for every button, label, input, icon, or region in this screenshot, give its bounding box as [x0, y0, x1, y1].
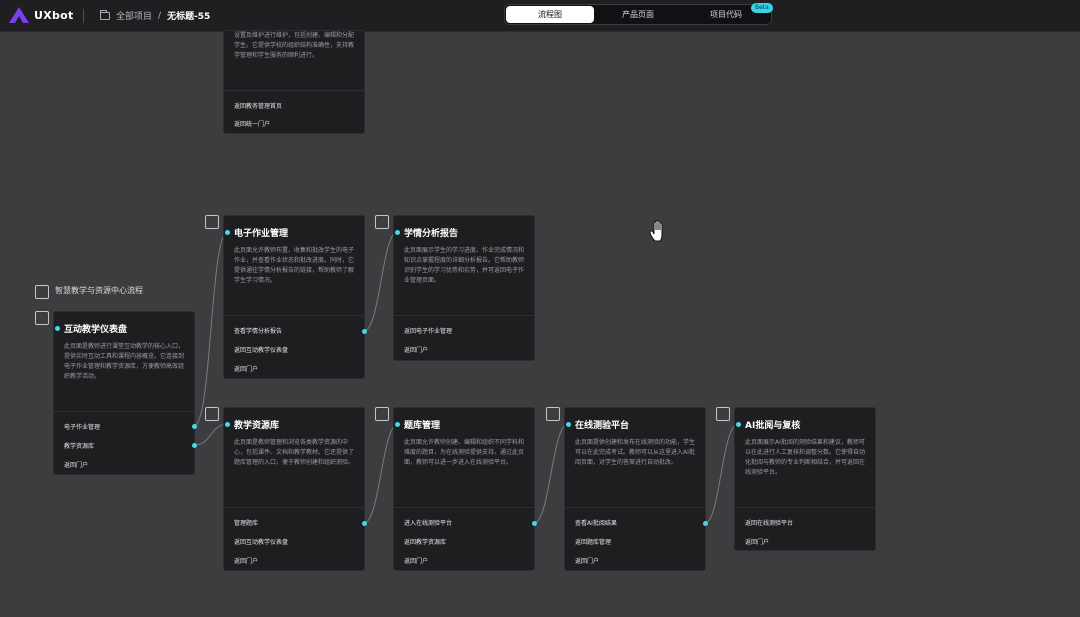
node-port[interactable]	[362, 521, 367, 526]
node-port[interactable]	[55, 326, 60, 331]
node-checkbox[interactable]	[35, 311, 49, 325]
node-port[interactable]	[225, 422, 230, 427]
flow-label: 智慧教学与资源中心流程	[55, 286, 143, 295]
node-link[interactable]: 返回教务管理首页	[234, 101, 282, 110]
node-link[interactable]: 进入在线测验平台	[404, 518, 452, 527]
node-divider	[565, 507, 705, 508]
node-description: 此页面允许教师布置、收集和批改学生的电子作业，并查看作业状态和批改进度。同时，它…	[234, 247, 355, 284]
node-checkbox[interactable]	[205, 407, 219, 421]
node-description: 此页面是教师进行课堂互动教学的核心入口，提供实时互动工具和课程内容概览。它连接到…	[64, 343, 185, 380]
node-link[interactable]: 返回门户	[745, 537, 769, 546]
node-port[interactable]	[362, 329, 367, 334]
node-link[interactable]: 返回门户	[404, 556, 428, 565]
node-port[interactable]	[395, 422, 400, 427]
node-dashboard[interactable]: 互动教学仪表盘 此页面是教师进行课堂互动教学的核心入口，提供实时互动工具和课程内…	[53, 311, 197, 475]
node-org-management[interactable]: 设置及维护进行维护，包括创建、编辑和分配学生。它提供学校的组织结构准确性，支持教…	[223, 30, 365, 134]
node-link[interactable]: 电子作业管理	[64, 422, 100, 431]
node-link[interactable]: 返回门户	[575, 556, 599, 565]
node-title: AI批阅与复核	[745, 421, 801, 431]
node-description: 此页面允许教师创建、编辑和组织不同学科和难度的题目，为在线测验提供支持。通过此页…	[404, 439, 525, 466]
node-description: 设置及维护进行维护，包括创建、编辑和分配学生。它提供学校的组织结构准确性，支持教…	[234, 32, 355, 59]
flow-edges	[193, 230, 739, 524]
node-link[interactable]: 返回电子作业管理	[404, 326, 452, 335]
node-description: 此页面展示学生的学习进度、作业完成情况和知识点掌握程度的详细分析报告。它帮助教师…	[404, 247, 525, 284]
node-checkbox[interactable]	[716, 407, 730, 421]
node-port[interactable]	[225, 230, 230, 235]
node-link[interactable]: 教学资源库	[64, 441, 94, 450]
node-link[interactable]: 返回门户	[404, 345, 428, 354]
node-link[interactable]: 返回题库管理	[575, 537, 611, 546]
node-port[interactable]	[566, 422, 571, 427]
node-divider	[394, 507, 534, 508]
node-link[interactable]: 返回门户	[234, 556, 258, 565]
node-divider	[394, 315, 534, 316]
node-port[interactable]	[395, 230, 400, 235]
node-title: 电子作业管理	[234, 229, 289, 239]
node-title: 学情分析报告	[404, 229, 459, 239]
node-divider	[54, 411, 194, 412]
node-port[interactable]	[192, 424, 197, 429]
node-link[interactable]: 返回互动教学仪表盘	[234, 537, 288, 546]
node-link[interactable]: 查看AI批阅结果	[575, 518, 617, 527]
flow-checkbox[interactable]	[35, 285, 49, 299]
node-port[interactable]	[703, 521, 708, 526]
node-title: 教学资源库	[234, 421, 280, 431]
node-link[interactable]: 返回互动教学仪表盘	[234, 345, 288, 354]
node-quiz[interactable]: 在线测验平台 此页面提供创建和发布在线测验的功能，学生可以在此完成考试。教师可以…	[564, 407, 708, 571]
node-link[interactable]: 返回教学资源库	[404, 537, 446, 546]
node-port[interactable]	[736, 422, 741, 427]
node-link[interactable]: 查看学情分析报告	[234, 326, 282, 335]
node-link[interactable]: 管理题库	[234, 518, 258, 527]
node-title: 题库管理	[404, 421, 441, 431]
node-questions[interactable]: 题库管理 此页面允许教师创建、编辑和组织不同学科和难度的题目，为在线测验提供支持…	[393, 407, 537, 571]
node-port[interactable]	[532, 521, 537, 526]
node-homework[interactable]: 电子作业管理 此页面允许教师布置、收集和批改学生的电子作业，并查看作业状态和批改…	[223, 215, 367, 379]
node-title: 在线测验平台	[575, 421, 630, 431]
hand-cursor-icon	[649, 219, 663, 242]
node-port[interactable]	[192, 443, 197, 448]
node-resources[interactable]: 教学资源库 此页面是教师管理和浏览各类教学资源的中心，包括课件、文档和教学教材。…	[223, 407, 367, 571]
node-title: 互动教学仪表盘	[64, 325, 128, 335]
node-link[interactable]: 返回在线测验平台	[745, 518, 793, 527]
node-divider	[735, 507, 875, 508]
edge-questions-quiz	[533, 423, 569, 524]
node-checkbox[interactable]	[546, 407, 560, 421]
node-link[interactable]: 返回统一门户	[234, 119, 270, 128]
node-divider	[224, 315, 364, 316]
node-description: 此页面是教师管理和浏览各类教学资源的中心，包括课件、文档和教学教材。它还提供了题…	[234, 439, 355, 466]
node-ai-review[interactable]: AI批阅与复核 此页面展示AI批阅的测验结果和建议，教师可以在此进行人工复核和调…	[734, 407, 876, 551]
node-divider	[224, 90, 364, 91]
node-description: 此页面提供创建和发布在线测验的功能，学生可以在此完成考试。教师可以从这里进入AI…	[575, 439, 696, 466]
node-analysis[interactable]: 学情分析报告 此页面展示学生的学习进度、作业完成情况和知识点掌握程度的详细分析报…	[393, 215, 535, 361]
node-checkbox[interactable]	[375, 407, 389, 421]
node-description: 此页面展示AI批阅的测验结果和建议，教师可以在此进行人工复核和调整分数。它使得自…	[745, 439, 866, 476]
node-checkbox[interactable]	[205, 215, 219, 229]
node-link[interactable]: 返回门户	[64, 460, 88, 469]
node-link[interactable]: 返回门户	[234, 364, 258, 373]
node-checkbox[interactable]	[375, 215, 389, 229]
node-divider	[224, 507, 364, 508]
